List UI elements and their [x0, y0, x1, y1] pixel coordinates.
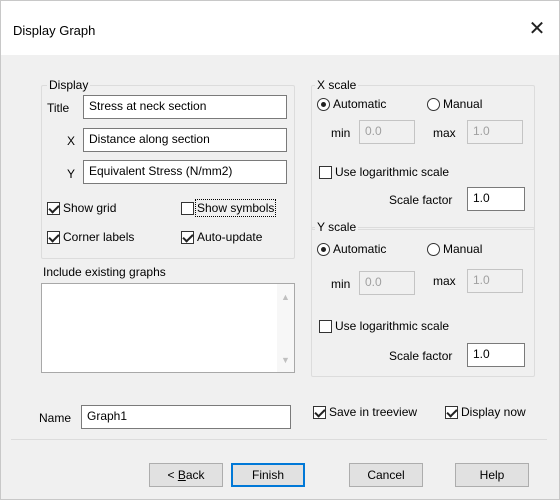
show-symbols-label: Show symbols — [194, 199, 277, 217]
y-manual-radio[interactable]: Manual — [427, 242, 482, 256]
corner-labels-check-icon — [47, 230, 60, 244]
y-manual-radio-icon — [427, 242, 440, 256]
show-grid-check-icon — [47, 201, 60, 215]
title-bar: Display Graph ✕ — [1, 1, 559, 55]
show-symbols-check-icon — [181, 201, 194, 215]
x-log-scale-checkbox[interactable]: Use logarithmic scale — [319, 165, 449, 179]
back-button-prefix: < — [167, 468, 178, 482]
list-scrollbar[interactable]: ▲ ▼ — [277, 284, 294, 372]
x-automatic-label: Automatic — [333, 97, 387, 111]
y-scale-factor-input[interactable]: 1.0 — [467, 343, 525, 367]
x-automatic-radio[interactable]: Automatic — [317, 97, 386, 111]
cancel-button-label: Cancel — [367, 468, 405, 482]
auto-update-checkbox[interactable]: Auto-update — [181, 230, 262, 244]
cancel-button[interactable]: Cancel — [349, 463, 423, 487]
x-automatic-radio-icon — [317, 97, 330, 111]
x-scale-group-label: X scale — [315, 78, 359, 92]
display-now-checkbox[interactable]: Display now — [445, 405, 526, 419]
include-existing-label: Include existing graphs — [43, 265, 166, 279]
y-log-scale-checkbox[interactable]: Use logarithmic scale — [319, 319, 449, 333]
auto-update-check-icon — [181, 230, 194, 244]
name-field-label: Name — [39, 411, 72, 425]
x-manual-radio-icon — [427, 97, 440, 111]
close-button[interactable]: ✕ — [515, 1, 559, 55]
x-max-input[interactable]: 1.0 — [467, 120, 523, 144]
display-now-label: Display now — [461, 405, 526, 419]
help-button[interactable]: Help — [455, 463, 529, 487]
finish-button[interactable]: Finish — [231, 463, 305, 487]
y-scale-factor-label: Scale factor — [389, 349, 453, 363]
window-title: Display Graph — [13, 23, 96, 38]
display-now-check-icon — [445, 405, 458, 419]
y-min-label: min — [331, 277, 351, 291]
display-group-label: Display — [47, 78, 91, 92]
corner-labels-label: Corner labels — [63, 230, 135, 244]
y-log-scale-check-icon — [319, 319, 332, 333]
save-in-treeview-label: Save in treeview — [329, 405, 418, 419]
title-field-label: Title — [47, 101, 70, 115]
y-automatic-label: Automatic — [333, 242, 387, 256]
y-automatic-radio-icon — [317, 242, 330, 256]
auto-update-label: Auto-update — [197, 230, 263, 244]
y-manual-label: Manual — [443, 242, 483, 256]
x-axis-label-input[interactable]: Distance along section — [83, 128, 287, 152]
back-button-rest: ack — [185, 468, 205, 482]
scroll-up-icon[interactable]: ▲ — [277, 288, 294, 305]
finish-button-label: Finish — [251, 468, 284, 482]
graph-name-input[interactable]: Graph1 — [81, 405, 291, 429]
scroll-down-icon[interactable]: ▼ — [277, 351, 294, 368]
x-scale-factor-input[interactable]: 1.0 — [467, 187, 525, 211]
show-grid-checkbox[interactable]: Show grid — [47, 201, 116, 215]
close-icon: ✕ — [528, 17, 546, 40]
y-axis-label-input[interactable]: Equivalent Stress (N/mm2) — [83, 160, 287, 184]
y-max-input[interactable]: 1.0 — [467, 269, 523, 293]
y-min-input[interactable]: 0.0 — [359, 271, 415, 295]
show-grid-label: Show grid — [63, 201, 117, 215]
x-min-input[interactable]: 0.0 — [359, 120, 415, 144]
title-input[interactable]: Stress at neck section — [83, 95, 287, 119]
y-scale-group-label: Y scale — [315, 220, 359, 234]
help-button-label: Help — [479, 468, 505, 482]
save-in-treeview-check-icon — [313, 405, 326, 419]
back-button-mnemonic: B — [177, 468, 186, 482]
corner-labels-checkbox[interactable]: Corner labels — [47, 230, 134, 244]
x-field-label: X — [67, 134, 76, 148]
y-field-label: Y — [67, 167, 76, 181]
x-manual-label: Manual — [443, 97, 483, 111]
x-manual-radio[interactable]: Manual — [427, 97, 482, 111]
footer-separator — [11, 439, 547, 440]
display-graph-dialog: Display Graph ✕ Display Title Stress at … — [0, 0, 560, 500]
y-log-scale-label: Use logarithmic scale — [335, 319, 450, 333]
back-button[interactable]: < Back — [149, 463, 223, 487]
x-log-scale-check-icon — [319, 165, 332, 179]
x-log-scale-label: Use logarithmic scale — [335, 165, 450, 179]
x-scale-factor-label: Scale factor — [389, 193, 453, 207]
existing-graphs-list[interactable]: ▲ ▼ — [41, 283, 295, 373]
show-symbols-checkbox[interactable]: Show symbols — [181, 199, 277, 217]
x-max-label: max — [433, 126, 456, 140]
save-in-treeview-checkbox[interactable]: Save in treeview — [313, 405, 417, 419]
y-max-label: max — [433, 274, 456, 288]
x-min-label: min — [331, 126, 351, 140]
y-automatic-radio[interactable]: Automatic — [317, 242, 386, 256]
